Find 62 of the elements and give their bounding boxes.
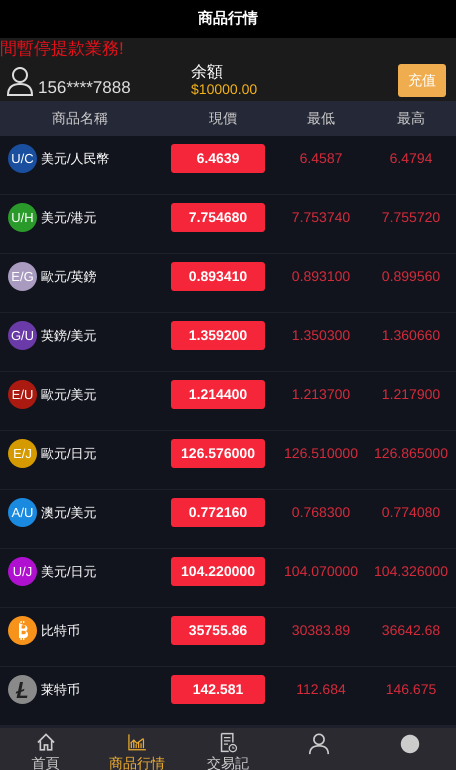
price-tag: 1.359200	[171, 321, 265, 350]
price-tag: 35755.86	[171, 616, 265, 645]
price-tag: 126.576000	[171, 439, 265, 468]
currency-pair-icon: U/J	[8, 557, 37, 586]
high-price: 104.326000	[374, 563, 448, 579]
price-tag: 6.4639	[171, 144, 265, 173]
product-name: 美元/人民幣	[41, 150, 110, 168]
product-name: 美元/日元	[41, 562, 97, 581]
column-header: 最高	[397, 110, 425, 126]
price-tag: 0.772160	[171, 498, 265, 527]
price-tag: 142.581	[171, 675, 265, 704]
notice-text: 間暫停提款業務!	[0, 39, 124, 58]
low-price: 1.350300	[292, 327, 350, 343]
low-price: 1.213700	[292, 386, 350, 402]
currency-pair-icon: E/J	[8, 439, 37, 468]
nav-tab[interactable]: 商品行情	[91, 728, 182, 770]
price-tag: 0.893410	[171, 262, 265, 291]
product-name: 歐元/日元	[41, 444, 97, 463]
low-price: 30383.89	[292, 622, 350, 638]
high-price: 0.774080	[382, 504, 440, 520]
nav-tab[interactable]: 首頁	[0, 728, 92, 770]
user-icon	[307, 732, 332, 756]
high-price: 1.217900	[382, 386, 440, 402]
product-name: 歐元/美元	[41, 386, 97, 404]
low-price: 0.768300	[292, 504, 350, 520]
product-name: 美元/港元	[41, 208, 97, 227]
currency-pair-icon: A/U	[8, 498, 37, 527]
low-price: 104.070000	[284, 563, 358, 579]
product-name: 澳元/美元	[41, 504, 97, 522]
product-name: 英鎊/美元	[41, 326, 97, 345]
column-header: 商品名稱	[52, 110, 108, 126]
low-price: 112.684	[296, 681, 346, 697]
high-price: 126.865000	[374, 445, 448, 461]
high-price: 1.360660	[382, 327, 440, 343]
price-tag: 1.214400	[171, 380, 265, 409]
high-price: 146.675	[386, 681, 436, 697]
phone-number: 156****7888	[38, 78, 131, 96]
balance-label: 余額	[191, 64, 224, 82]
product-name: 歐元/英鎊	[41, 268, 97, 286]
high-price: 36642.68	[382, 622, 440, 638]
nav-tab[interactable]: 交易記	[182, 728, 274, 770]
currency-pair-icon: E/G	[8, 262, 37, 291]
product-name: 比特币	[41, 622, 80, 640]
column-header: 現價	[209, 110, 237, 126]
price-tag: 7.754680	[171, 203, 265, 232]
currency-pair-icon: U/H	[8, 203, 37, 232]
low-price: 7.753740	[292, 209, 350, 225]
high-price: 0.899560	[382, 268, 440, 284]
user-icon	[6, 66, 34, 96]
column-header: 最低	[307, 110, 335, 126]
low-price: 6.4587	[300, 150, 342, 166]
currency-pair-icon: U/C	[8, 144, 37, 173]
product-name: 莱特币	[41, 680, 80, 699]
low-price: 126.510000	[284, 445, 358, 461]
price-tag: 104.220000	[171, 557, 265, 586]
currency-pair-icon: E/U	[8, 380, 37, 409]
page-title: 商品行情	[198, 8, 258, 29]
high-price: 7.755720	[382, 209, 440, 225]
currency-pair-icon: G/U	[8, 321, 37, 350]
low-price: 0.893100	[292, 268, 350, 284]
high-price: 6.4794	[390, 150, 432, 166]
balance-amount: $10000.00	[191, 82, 258, 97]
